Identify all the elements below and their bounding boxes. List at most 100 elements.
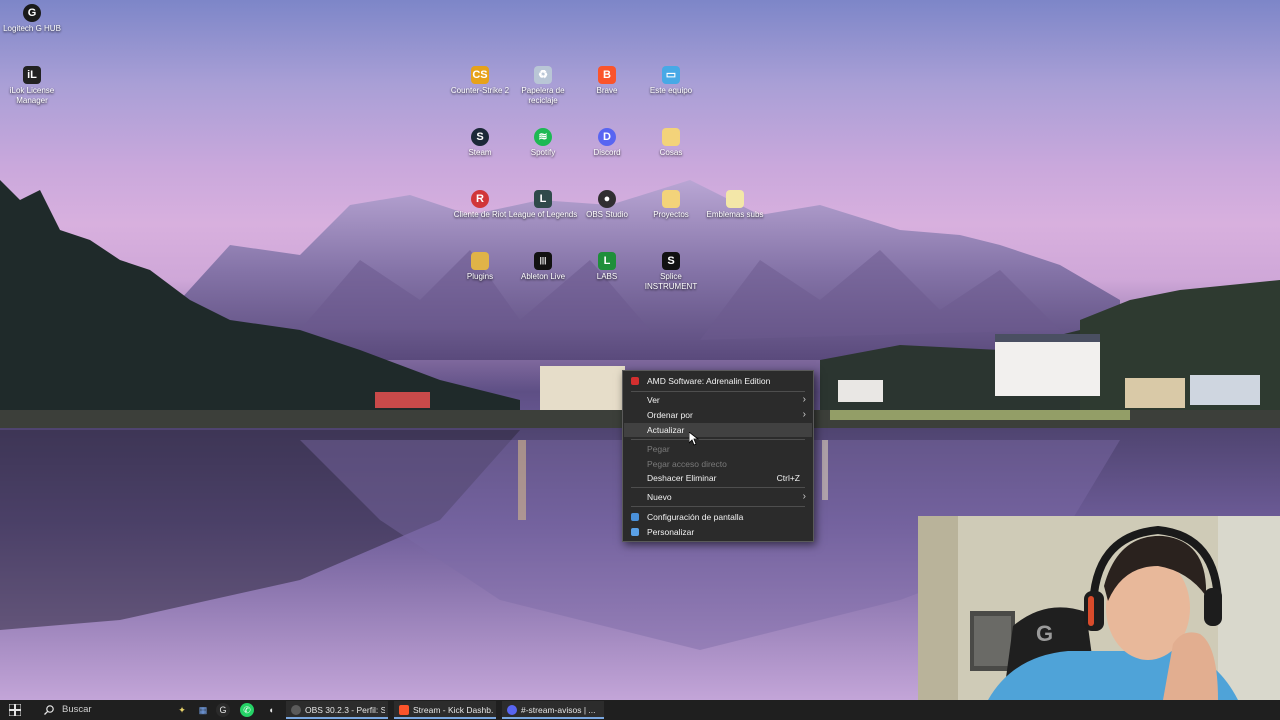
menu-item-label: Personalizar [647,527,695,537]
menu-item-pegar[interactable]: Pegar [624,442,812,456]
menu-separator [631,506,805,507]
menu-item-personalizar[interactable]: Personalizar [624,525,812,539]
menu-item-label: Ver [647,395,660,405]
desktop-icon-spotify[interactable]: ≋ Spotify [508,128,578,158]
menu-item-deshacer-eliminar[interactable]: Deshacer Eliminar Ctrl+Z [624,471,812,485]
taskbar-app-brave[interactable]: Stream - Kick Dashb... [394,701,496,719]
menu-item-nuevo[interactable]: Nuevo › [624,490,812,504]
desktop-icon-league-of-legends[interactable]: L League of Legends [508,190,578,220]
taskbar-app-label: #-stream-avisos | ... [521,705,596,715]
desktop-icon-label: League of Legends [508,210,578,219]
chevron-right-icon: › [802,409,806,420]
brave-icon [399,705,409,715]
webcam-overlay: G [918,516,1280,700]
taskbar-app-discord[interactable]: #-stream-avisos | ... [502,701,604,719]
menu-separator [631,391,805,392]
this-pc-icon: ▭ [662,66,680,84]
desktop-icon-label: Emblemas subs [706,210,764,219]
steam-icon: S [471,128,489,146]
ilok-icon: iL [23,66,41,84]
desktop-icon-labs[interactable]: L LABS [572,252,642,282]
menu-item-configuracion-de-pantalla[interactable]: Configuración de pantalla [624,510,812,524]
desktop-icon-counter-strike[interactable]: CS Counter-Strike 2 [445,66,515,96]
desktop-icon-discord[interactable]: D Discord [572,128,642,158]
discord-icon: D [598,128,616,146]
svg-text:G: G [1036,621,1053,646]
display-settings-icon [631,513,639,521]
speaker-icon[interactable]: ◖ [264,703,278,717]
labs-icon: L [598,252,616,270]
task-view-icon[interactable]: ▦ [196,703,210,717]
taskbar-search[interactable]: Buscar [42,702,172,718]
desktop-icon-ilok[interactable]: iL iLok License Manager [0,66,67,106]
menu-item-label: Deshacer Eliminar [647,473,717,483]
splice-icon: S [662,252,680,270]
desktop-icon-label: iLok License Manager [9,86,55,105]
recycle-bin-icon: ♻ [534,66,552,84]
desktop-icon-label: Steam [468,148,492,157]
folder-icon [662,128,680,146]
obs-icon [291,705,301,715]
desktop-icon-this-pc[interactable]: ▭ Este equipo [636,66,706,96]
desktop-icon-label: Logitech G HUB [3,24,61,33]
desktop-icon-label: Papelera de reciclaje [521,86,565,105]
desktop-icon-brave[interactable]: B Brave [572,66,642,96]
mouse-cursor-icon [689,432,699,446]
desktop-icon-label: Este equipo [649,86,693,95]
amd-icon [631,377,639,385]
discord-icon [507,705,517,715]
windows-start-icon[interactable] [9,704,21,716]
menu-item-ver[interactable]: Ver › [624,393,812,407]
logitech-tray-icon[interactable]: G [216,703,230,717]
menu-item-label: Ordenar por [647,410,693,420]
search-icon [44,705,54,715]
brave-icon: B [598,66,616,84]
desktop-icon-label: Counter-Strike 2 [450,86,510,95]
desktop-icon-label: Proyectos [653,210,689,219]
obs-icon: ● [598,190,616,208]
personalize-icon [631,528,639,536]
whatsapp-icon[interactable]: ✆ [240,703,254,717]
desktop-context-menu: AMD Software: Adrenalin Edition Ver › Or… [622,370,814,542]
menu-item-shortcut: Ctrl+Z [776,473,800,483]
folder-icon [726,190,744,208]
riot-client-icon: R [471,190,489,208]
desktop-icon-label: Brave [596,86,618,95]
desktop-icon-label: LABS [596,272,618,281]
taskbar-app-label: OBS 30.2.3 - Perfil: Si... [305,705,385,715]
taskbar-app-label: Stream - Kick Dashb... [413,705,493,715]
desktop-icon-recycle-bin[interactable]: ♻ Papelera de reciclaje [508,66,578,106]
chevron-right-icon: › [802,394,806,405]
menu-item-label: Nuevo [647,492,672,502]
desktop-icon-proyectos[interactable]: Proyectos [636,190,706,220]
desktop-icon-logitech-g-hub[interactable]: G Logitech G HUB [0,4,67,34]
folder-icon [662,190,680,208]
desktop-icon-ableton-live[interactable]: ||| Ableton Live [508,252,578,282]
menu-item-pegar-acceso-directo[interactable]: Pegar acceso directo [624,457,812,471]
menu-item-actualizar[interactable]: Actualizar [624,423,812,437]
menu-separator [631,487,805,488]
league-of-legends-icon: L [534,190,552,208]
chevron-right-icon: › [802,491,806,502]
menu-item-ordenar-por[interactable]: Ordenar por › [624,408,812,422]
desktop-icon-label: Splice INSTRUMENT [644,272,698,291]
copilot-icon[interactable]: ✦ [175,703,189,717]
desktop-icon-plugins[interactable]: Plugins [445,252,515,282]
desktop-icon-splice[interactable]: S Splice INSTRUMENT [636,252,706,292]
desktop-icon-steam[interactable]: S Steam [445,128,515,158]
desktop-icon-emblemas-subs[interactable]: Emblemas subs [700,190,770,220]
spotify-icon: ≋ [534,128,552,146]
desktop-icon-obs-studio[interactable]: ● OBS Studio [572,190,642,220]
desktop-icon-cosas[interactable]: Cosas [636,128,706,158]
counter-strike-icon: CS [471,66,489,84]
taskbar-app-obs[interactable]: OBS 30.2.3 - Perfil: Si... [286,701,388,719]
desktop-icon-riot-client[interactable]: R Cliente de Riot [445,190,515,220]
desktop-icon-label: Discord [593,148,621,157]
taskbar: Buscar ✦ ▦ G ✆ ◖ OBS 30.2.3 - Perfil: Si… [0,700,1280,720]
desktop-icon-label: Spotify [530,148,556,157]
menu-item-amd-software[interactable]: AMD Software: Adrenalin Edition [624,374,812,388]
menu-item-label: AMD Software: Adrenalin Edition [647,376,771,386]
menu-item-label: Pegar acceso directo [647,459,727,469]
plugins-folder-icon [471,252,489,270]
logitech-icon: G [23,4,41,22]
